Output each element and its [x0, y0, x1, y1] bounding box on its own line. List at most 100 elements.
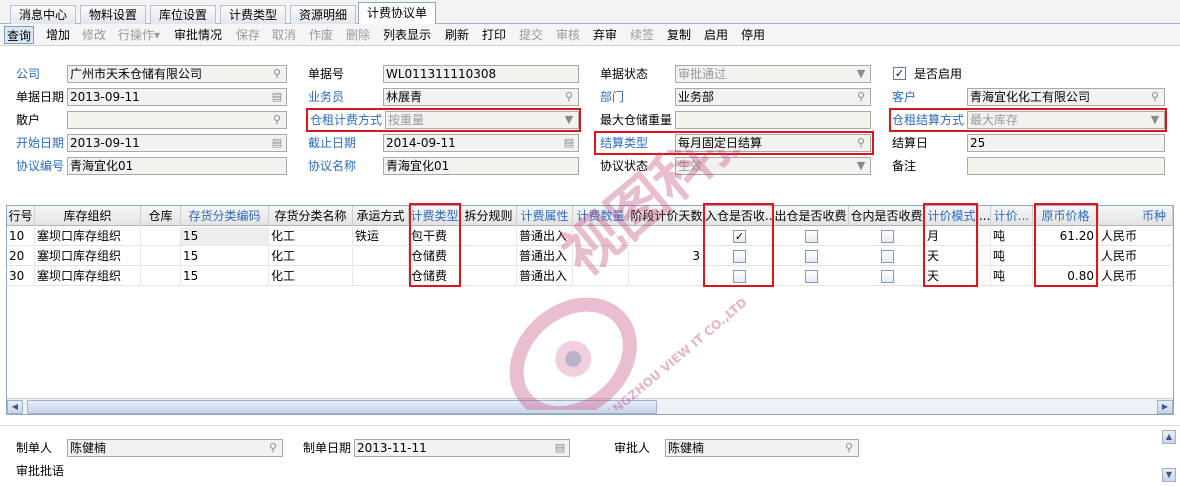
tab-location-settings[interactable]: 库位设置: [150, 5, 217, 24]
approver-field[interactable]: 陈健楠 ⚲: [665, 439, 859, 457]
cell-cat-name[interactable]: 化工: [269, 267, 353, 286]
out-fee-checkbox[interactable]: [805, 250, 818, 263]
search-icon[interactable]: ⚲: [1148, 90, 1162, 104]
inside-fee-checkbox[interactable]: [881, 230, 894, 243]
col-header-more[interactable]: ...: [979, 206, 991, 226]
approval-status-button[interactable]: 审批情况: [174, 26, 222, 44]
cell-unit[interactable]: 吨: [991, 227, 1033, 246]
cell-attr[interactable]: 普通出入: [517, 267, 573, 286]
print-button[interactable]: 打印: [482, 26, 506, 44]
col-header-row-no[interactable]: 行号: [7, 206, 35, 226]
cancel-button[interactable]: 取消: [272, 26, 296, 44]
delete-button[interactable]: 删除: [346, 26, 370, 44]
col-header-qty[interactable]: 计费数量: [573, 206, 629, 226]
cell-attr[interactable]: 普通出入: [517, 227, 573, 246]
table-row[interactable]: 30 塞坝口库存组织 15 化工 仓储费 普通出入 天 吨 0.80 人民币: [7, 267, 1173, 286]
table-row[interactable]: 10 塞坝口库存组织 15 化工 铁运 包干费 普通出入 ✓ 月 吨 61.20…: [7, 227, 1173, 246]
cell-attr[interactable]: 普通出入: [517, 247, 573, 266]
horizontal-scrollbar[interactable]: ◀ ▶: [7, 398, 1173, 414]
add-button[interactable]: 增加: [46, 26, 70, 44]
cell-org[interactable]: 塞坝口库存组织: [35, 227, 141, 246]
out-fee-checkbox[interactable]: [805, 270, 818, 283]
cell-days[interactable]: [629, 267, 705, 286]
maker-field[interactable]: 陈健楠 ⚲: [67, 439, 283, 457]
cell-split[interactable]: [461, 267, 517, 286]
audit-button[interactable]: 审核: [556, 26, 580, 44]
cell-days[interactable]: [629, 227, 705, 246]
query-button[interactable]: 查询: [4, 26, 35, 44]
void-button[interactable]: 作废: [309, 26, 333, 44]
salesman-field[interactable]: 林展青 ⚲: [383, 88, 579, 106]
search-icon[interactable]: ⚲: [842, 441, 856, 455]
col-header-attr[interactable]: 计费属性: [517, 206, 573, 226]
calendar-icon[interactable]: ▤: [270, 136, 284, 150]
cell-qty[interactable]: [573, 227, 629, 246]
cell-currency[interactable]: 人民币: [1099, 227, 1173, 246]
search-icon[interactable]: ⚲: [270, 113, 284, 127]
inside-fee-checkbox[interactable]: [881, 270, 894, 283]
dept-field[interactable]: 业务部 ⚲: [675, 88, 871, 106]
max-weight-field[interactable]: [675, 111, 871, 129]
cell-warehouse[interactable]: [141, 247, 181, 266]
cell-currency[interactable]: 人民币: [1099, 247, 1173, 266]
end-date-field[interactable]: 2014-09-11 ▤: [383, 134, 579, 152]
cell-cat-code[interactable]: 15: [181, 227, 269, 246]
tab-message-center[interactable]: 消息中心: [10, 5, 77, 24]
submit-button[interactable]: 提交: [519, 26, 543, 44]
cell-split[interactable]: [461, 247, 517, 266]
col-header-warehouse[interactable]: 仓库: [141, 206, 181, 226]
cell-unit[interactable]: 吨: [991, 247, 1033, 266]
bill-no-field[interactable]: WL011311110308: [383, 65, 579, 83]
col-header-org[interactable]: 库存组织: [35, 206, 141, 226]
start-date-field[interactable]: 2013-09-11 ▤: [67, 134, 287, 152]
scroll-thumb[interactable]: [27, 400, 657, 414]
inside-fee-checkbox[interactable]: [881, 250, 894, 263]
make-date-field[interactable]: 2013-11-11 ▤: [354, 439, 570, 457]
company-field[interactable]: 广州市天禾仓储有限公司 ⚲: [67, 65, 287, 83]
cell-transport[interactable]: [353, 267, 409, 286]
col-header-unit[interactable]: 计价...: [991, 206, 1033, 226]
search-icon[interactable]: ⚲: [270, 67, 284, 81]
vertical-scrollbar[interactable]: ▲ ▼: [1162, 430, 1176, 484]
list-display-button[interactable]: 列表显示: [383, 26, 431, 44]
scroll-right-icon[interactable]: ▶: [1157, 400, 1173, 414]
tab-resource-detail[interactable]: 资源明细: [290, 5, 357, 24]
settle-day-field[interactable]: 25: [967, 134, 1165, 152]
search-icon[interactable]: ⚲: [266, 441, 280, 455]
out-fee-checkbox[interactable]: [805, 230, 818, 243]
enable-button[interactable]: 启用: [704, 26, 728, 44]
renew-button[interactable]: 续签: [630, 26, 654, 44]
cell-qty[interactable]: [573, 247, 629, 266]
enabled-checkbox[interactable]: ✓: [893, 67, 906, 80]
tab-fee-agreement[interactable]: 计费协议单: [358, 2, 437, 25]
col-header-out-fee[interactable]: 出仓是否收费: [773, 206, 849, 226]
retail-field[interactable]: ⚲: [67, 111, 287, 129]
scroll-left-icon[interactable]: ◀: [7, 400, 23, 414]
row-ops-button[interactable]: 行操作▾: [118, 26, 160, 44]
cell-org[interactable]: 塞坝口库存组织: [35, 247, 141, 266]
bill-date-field[interactable]: 2013-09-11 ▤: [67, 88, 287, 106]
cell-cat-name[interactable]: 化工: [269, 227, 353, 246]
agreement-name-field[interactable]: 青海宜化01: [383, 157, 579, 175]
calendar-icon[interactable]: ▤: [562, 136, 576, 150]
agreement-no-field[interactable]: 青海宜化01: [67, 157, 287, 175]
tab-material-settings[interactable]: 物料设置: [80, 5, 147, 24]
col-header-cat-code[interactable]: 存货分类编码: [181, 206, 269, 226]
col-header-currency[interactable]: 币种: [1099, 206, 1173, 226]
col-header-transport[interactable]: 承运方式: [353, 206, 409, 226]
cell-unit[interactable]: 吨: [991, 267, 1033, 286]
calendar-icon[interactable]: ▤: [553, 441, 567, 455]
col-header-split[interactable]: 拆分规则: [461, 206, 517, 226]
cell-warehouse[interactable]: [141, 267, 181, 286]
modify-button[interactable]: 修改: [82, 26, 106, 44]
scroll-down-icon[interactable]: ▼: [1162, 468, 1176, 482]
cell-cat-code[interactable]: 15: [181, 267, 269, 286]
col-header-inside-fee[interactable]: 仓内是否收费: [849, 206, 925, 226]
remark-field[interactable]: [967, 157, 1165, 175]
customer-field[interactable]: 青海宜化化工有限公司 ⚲: [967, 88, 1165, 106]
cell-cat-code[interactable]: 15: [181, 247, 269, 266]
calendar-icon[interactable]: ▤: [270, 90, 284, 104]
cell-split[interactable]: [461, 227, 517, 246]
cell-days[interactable]: 3: [629, 247, 705, 266]
search-icon[interactable]: ⚲: [562, 90, 576, 104]
